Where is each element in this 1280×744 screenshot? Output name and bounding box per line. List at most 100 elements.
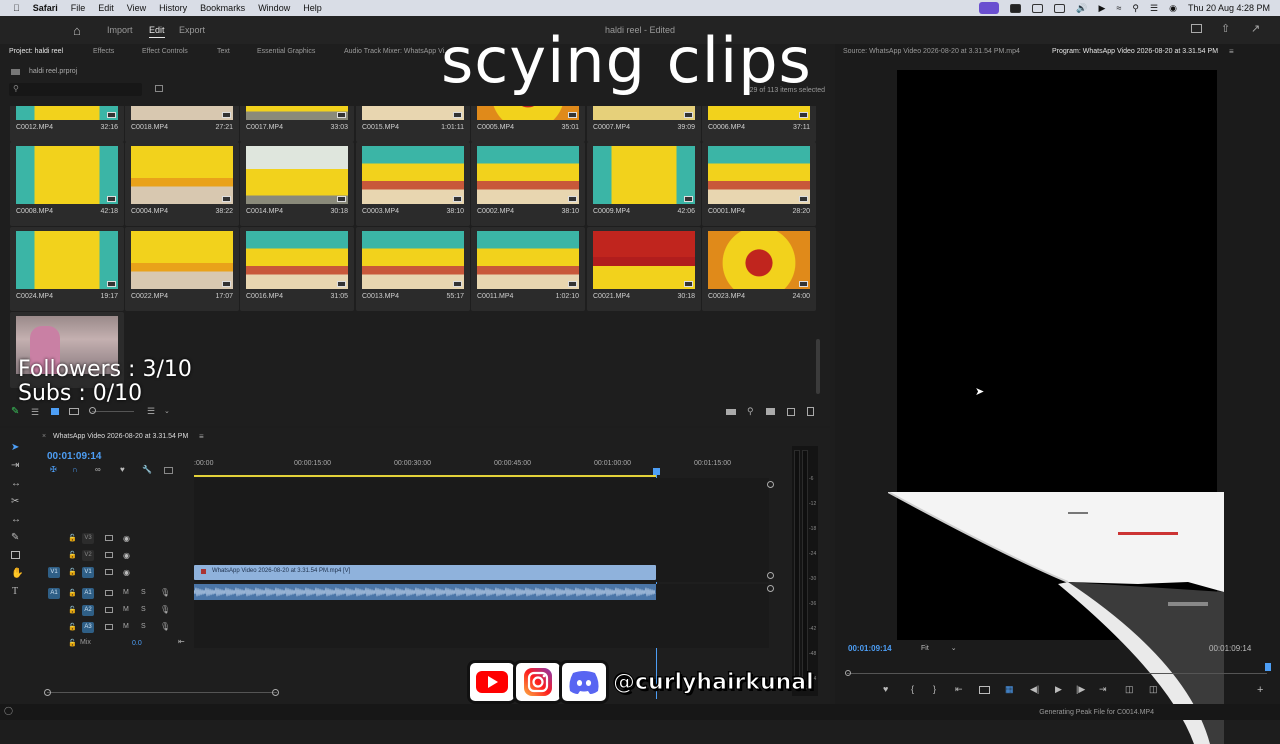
sort-icon[interactable]: ☰: [147, 406, 155, 417]
list-view-icon[interactable]: ☰: [31, 407, 39, 418]
solo-button[interactable]: S: [141, 589, 146, 596]
spotlight-icon[interactable]: ⚲: [1132, 3, 1139, 14]
play-icon[interactable]: ▶: [1055, 684, 1062, 695]
add-button-icon[interactable]: +: [1257, 684, 1263, 696]
status-icon-2[interactable]: [1032, 3, 1044, 13]
scrubber-playhead[interactable]: [1265, 663, 1271, 671]
clip-item[interactable]: C0001.MP4 28:20: [702, 142, 816, 226]
apple-icon[interactable]: : [13, 3, 20, 13]
work-area-bar[interactable]: [194, 475, 657, 477]
track-target[interactable]: V3: [82, 533, 94, 544]
lock-icon[interactable]: 🔓: [68, 606, 77, 614]
new-bin-button-icon[interactable]: [766, 408, 775, 415]
marker-icon[interactable]: ♥: [883, 684, 888, 694]
automate-icon[interactable]: [726, 409, 736, 415]
zoom-select[interactable]: Fit ⌄: [921, 644, 957, 652]
mute-button[interactable]: M: [123, 623, 129, 630]
track-scroll-handle[interactable]: [767, 481, 774, 488]
mute-button[interactable]: M: [123, 606, 129, 613]
clip-item[interactable]: C0009.MP4 42:06: [587, 142, 701, 226]
add-marker-icon[interactable]: ♥: [120, 465, 125, 474]
menu-window[interactable]: Window: [258, 3, 290, 13]
track-target[interactable]: V2: [82, 550, 94, 561]
clip-item[interactable]: C0012.MP4 32:16: [10, 106, 124, 142]
trash-icon[interactable]: [807, 407, 814, 416]
menu-help[interactable]: Help: [303, 3, 322, 13]
fullscreen-icon[interactable]: ↗: [1251, 22, 1260, 35]
mute-button[interactable]: M: [123, 589, 129, 596]
captions-icon[interactable]: [164, 467, 173, 474]
zoom-slider-handle[interactable]: [89, 407, 96, 414]
scrollbar[interactable]: [816, 339, 820, 394]
scrubber-start-handle[interactable]: [845, 670, 851, 676]
clip-item[interactable]: C0008.MP4 42:18: [10, 142, 124, 226]
sequence-menu-icon[interactable]: ≡: [199, 432, 204, 441]
snap-icon[interactable]: ∩: [72, 465, 78, 474]
share-icon[interactable]: ⇧: [1221, 22, 1230, 35]
play-status-icon[interactable]: ▶: [1099, 3, 1106, 14]
tab-program[interactable]: Program: WhatsApp Video 2026-08-20 at 3.…: [1052, 48, 1218, 55]
icon-view-icon[interactable]: [51, 408, 59, 415]
type-tool-icon[interactable]: T: [12, 586, 18, 597]
clip-item[interactable]: C0024.MP4 19:17: [10, 227, 124, 311]
zoom-slider[interactable]: [92, 411, 134, 412]
track-target[interactable]: A2: [82, 605, 94, 616]
sync-lock-icon[interactable]: [105, 590, 113, 596]
lock-icon[interactable]: 🔓: [68, 589, 77, 597]
eye-icon[interactable]: ◉: [123, 551, 130, 560]
zoom-left-handle[interactable]: [44, 689, 51, 696]
display-icon[interactable]: [1054, 3, 1066, 13]
eye-icon[interactable]: ◉: [123, 534, 130, 543]
nest-icon[interactable]: ✠: [50, 465, 57, 474]
selection-tool-icon[interactable]: ➤: [11, 442, 19, 453]
lock-icon[interactable]: 🔓: [68, 623, 77, 631]
go-to-in-icon[interactable]: ⇤: [955, 684, 963, 695]
mark-in-icon[interactable]: {: [911, 684, 914, 694]
track-target[interactable]: A1: [82, 588, 94, 599]
track-scroll-handle[interactable]: [767, 572, 774, 579]
track-scroll-handle[interactable]: [767, 585, 774, 592]
linked-selection-icon[interactable]: ∞: [95, 465, 101, 474]
clip-item[interactable]: C0014.MP4 30:18: [240, 142, 354, 226]
go-to-end-icon[interactable]: ⇤: [178, 637, 185, 646]
track-target[interactable]: V1: [82, 567, 94, 578]
overwrite-icon[interactable]: ◫: [1149, 684, 1158, 695]
menu-bookmarks[interactable]: Bookmarks: [200, 3, 245, 13]
control-center-icon[interactable]: ☰: [1150, 3, 1158, 14]
tab-source[interactable]: Source: WhatsApp Video 2026-08-20 at 3.3…: [843, 48, 1020, 55]
microphone-icon[interactable]: 🎙: [160, 588, 170, 597]
sync-lock-icon[interactable]: [105, 607, 113, 613]
go-to-out-icon[interactable]: ⇥: [1099, 684, 1107, 695]
clip-item[interactable]: C0004.MP4 38:22: [125, 142, 239, 226]
app-menu[interactable]: Safari: [33, 3, 58, 13]
status-icon[interactable]: [1010, 3, 1022, 13]
hand-tool-icon[interactable]: ✋: [11, 568, 23, 579]
lock-icon[interactable]: 🔓: [68, 534, 77, 542]
screen-record-icon[interactable]: [979, 2, 1000, 14]
sync-lock-icon[interactable]: [105, 552, 113, 558]
clip-item[interactable]: C0013.MP4 55:17: [356, 227, 470, 311]
lock-icon[interactable]: 🔓: [68, 568, 77, 576]
sync-lock-icon[interactable]: [105, 624, 113, 630]
mix-value[interactable]: 0.0: [132, 640, 142, 647]
step-back-icon[interactable]: ◀|: [1030, 684, 1039, 695]
clip-item[interactable]: C0021.MP4 30:18: [587, 227, 701, 311]
close-sequence-icon[interactable]: ×: [42, 433, 46, 440]
pencil-icon[interactable]: ✎: [11, 406, 19, 417]
clip-item[interactable]: C0002.MP4 38:10: [471, 142, 585, 226]
wrench-icon[interactable]: 🔧: [142, 465, 152, 474]
find-icon[interactable]: ⚲: [747, 406, 754, 417]
source-patch-a1[interactable]: A1: [48, 588, 60, 599]
step-forward-icon[interactable]: |▶: [1076, 684, 1085, 695]
program-timecode[interactable]: 00:01:09:14: [848, 644, 892, 653]
menu-history[interactable]: History: [159, 3, 187, 13]
pen-tool-icon[interactable]: ✎: [11, 532, 19, 543]
clip-item[interactable]: C0017.MP4 33:03: [240, 106, 354, 142]
timeline-zoom-bar[interactable]: [47, 692, 277, 693]
lock-icon[interactable]: 🔓: [68, 551, 77, 559]
sequence-tab[interactable]: WhatsApp Video 2026-08-20 at 3.31.54 PM: [53, 433, 188, 440]
source-patch-v1[interactable]: V1: [48, 567, 60, 578]
wifi-icon[interactable]: ≈: [1116, 3, 1121, 13]
workspaces-icon[interactable]: [1191, 24, 1202, 33]
microphone-icon[interactable]: 🎙: [160, 622, 170, 631]
